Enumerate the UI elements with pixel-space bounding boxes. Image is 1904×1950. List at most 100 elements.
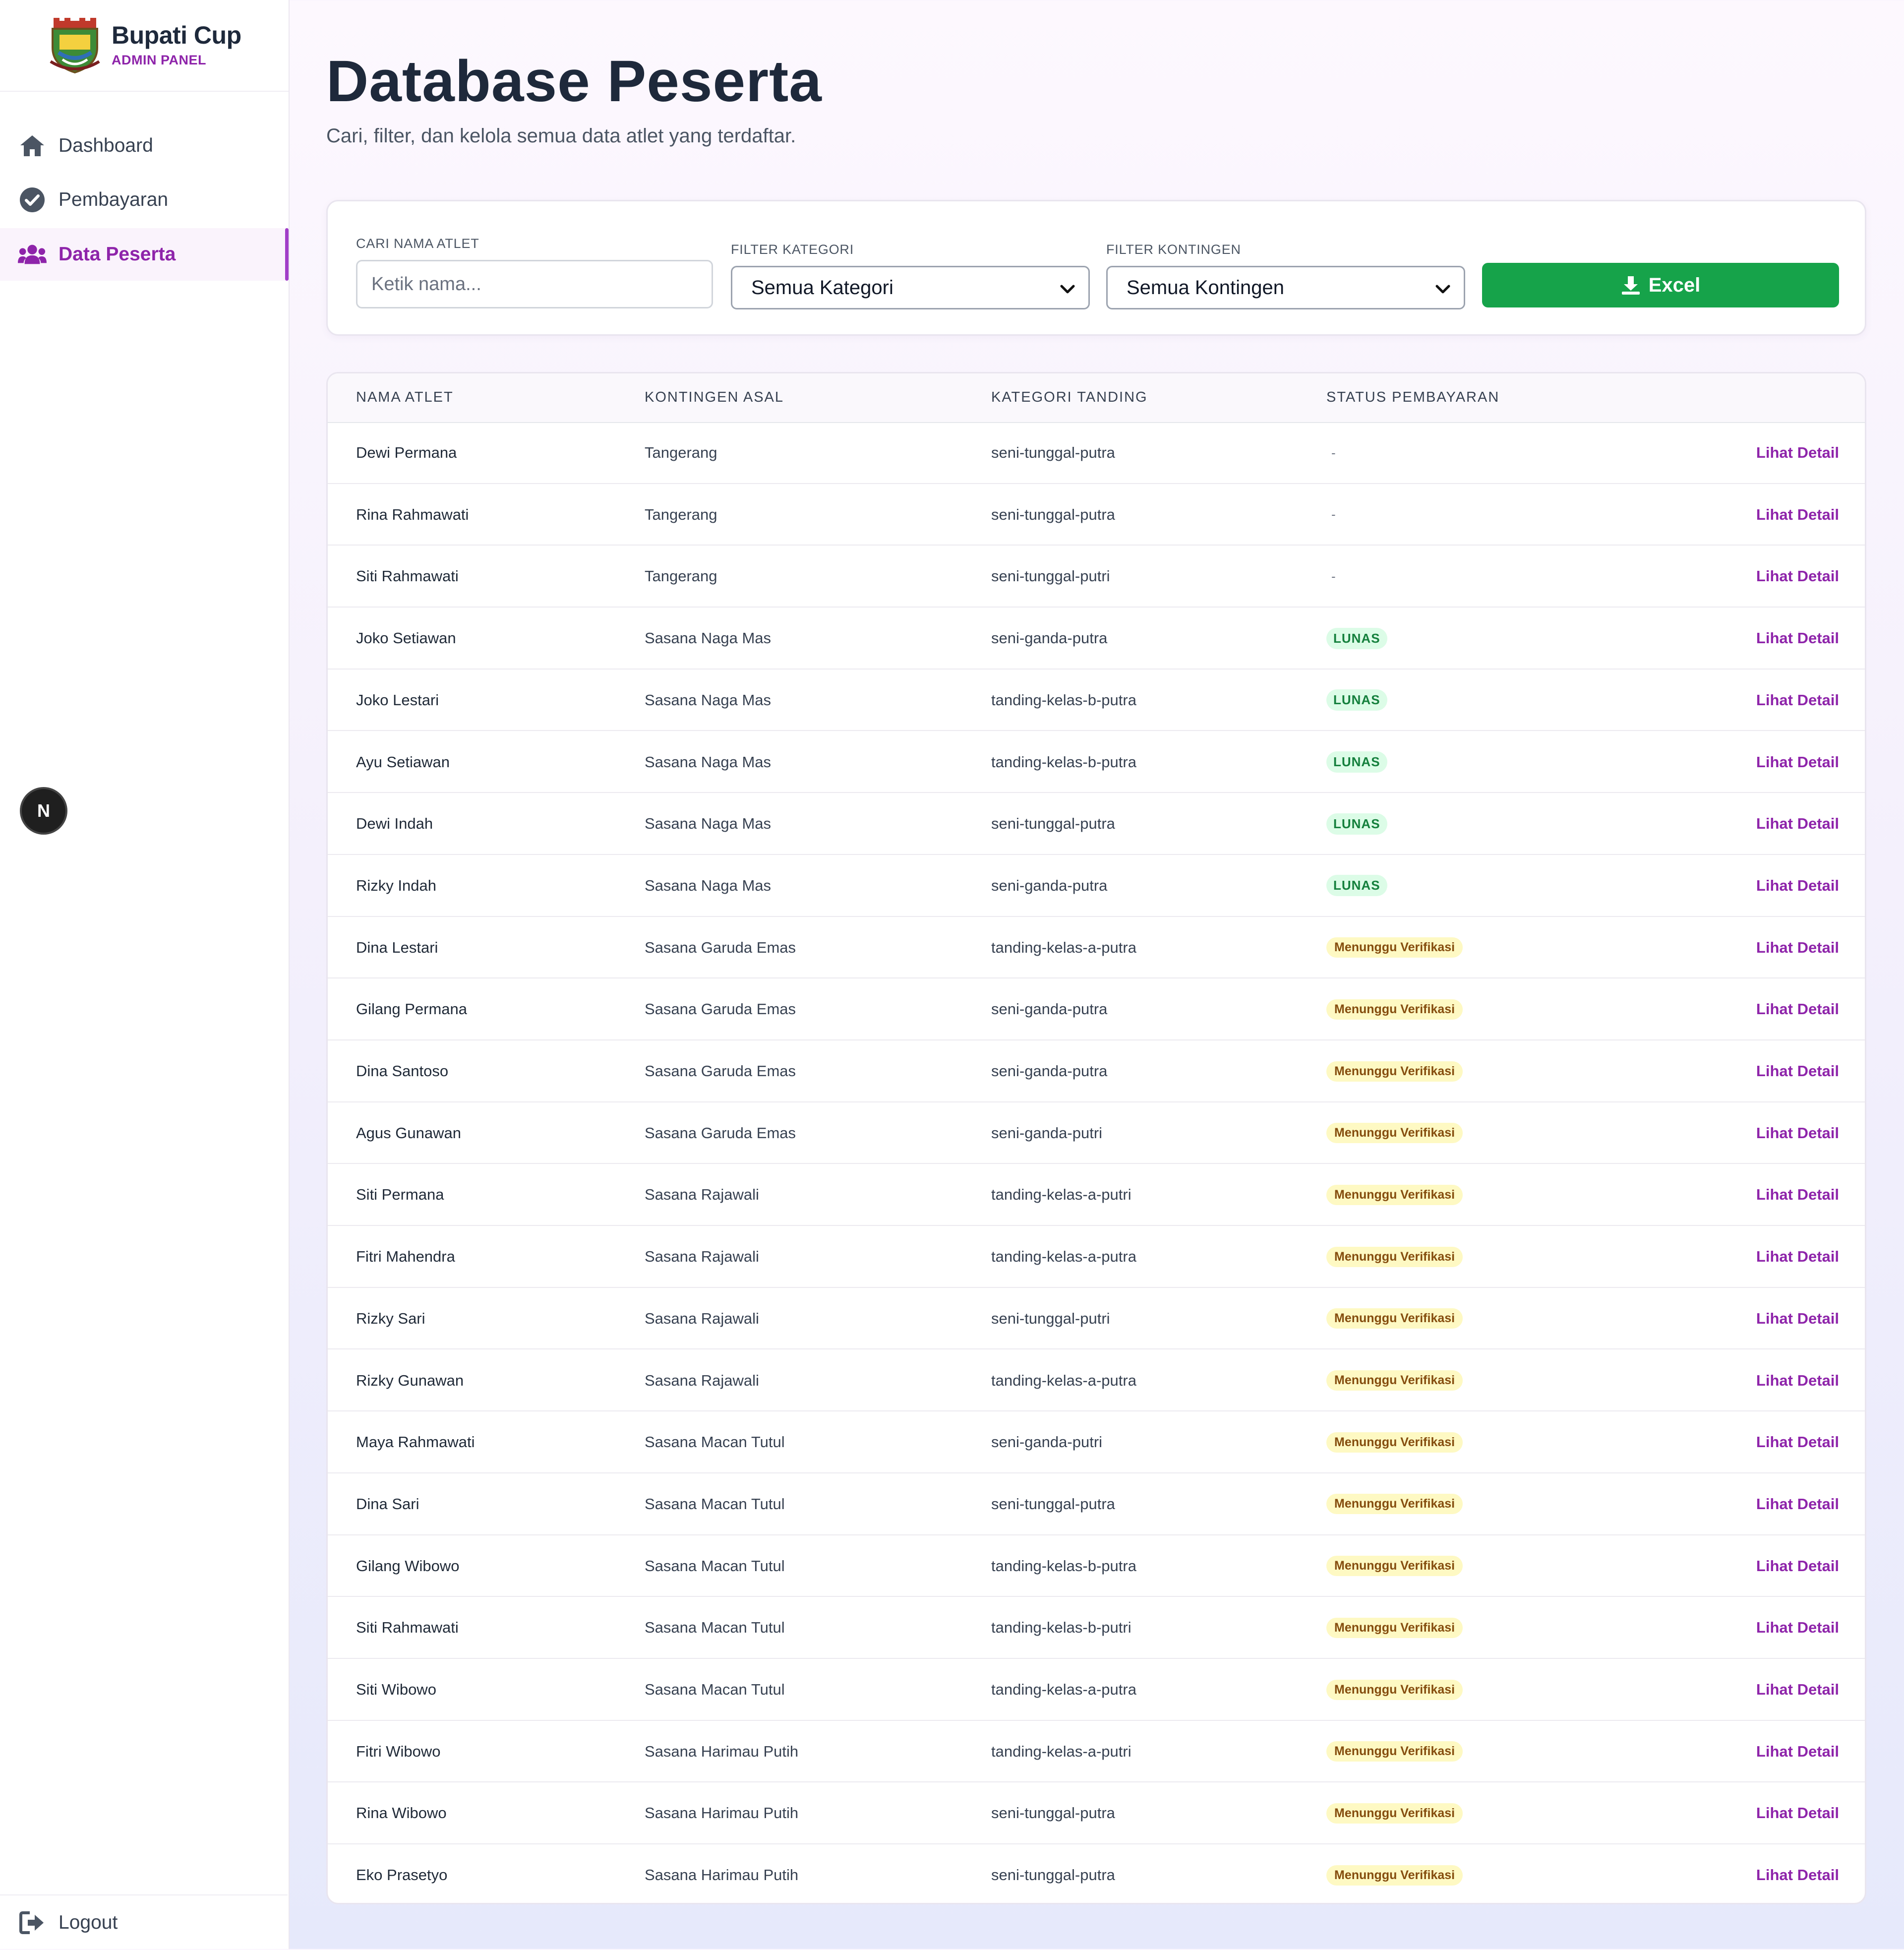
contingent-name: Sasana Macan Tutul (645, 1619, 785, 1637)
category-name: seni-ganda-putra (991, 876, 1108, 894)
action-cell: Lihat Detail (1756, 670, 1839, 731)
contingent-name: Tangerang (645, 505, 717, 523)
view-detail-link[interactable]: Lihat Detail (1756, 1248, 1839, 1266)
status-badge: LUNAS (1326, 627, 1387, 649)
view-detail-link[interactable]: Lihat Detail (1756, 877, 1839, 895)
search-input[interactable] (356, 260, 713, 308)
view-detail-link[interactable]: Lihat Detail (1756, 1495, 1839, 1513)
payment-status-cell: Menunggu Verifikasi (1326, 1102, 1463, 1164)
table-row: Siti Rahmawati Tangerang seni-tunggal-putr… (328, 546, 1865, 608)
category-select[interactable]: Semua Kategori (731, 266, 1090, 309)
table-row: Agus Gunawan Sasana Garuda Emas seni-ganda… (328, 1102, 1865, 1164)
category-filter-label: FILTER KATEGORI (731, 242, 854, 257)
category-name: seni-ganda-putra (991, 1000, 1108, 1018)
category-name: tanding-kelas-a-putra (991, 1371, 1136, 1389)
table-row: Rina Rahmawati Tangerang seni-tunggal-putr… (328, 484, 1865, 546)
view-detail-link[interactable]: Lihat Detail (1756, 1743, 1839, 1761)
view-detail-link[interactable]: Lihat Detail (1756, 1186, 1839, 1204)
action-cell: Lihat Detail (1756, 917, 1839, 978)
athlete-name: Eko Prasetyo (356, 1866, 448, 1884)
action-cell: Lihat Detail (1756, 546, 1839, 607)
participants-table: NAMA ATLET KONTINGEN ASAL KATEGORI TANDI… (326, 372, 1866, 1904)
athlete-name: Joko Setiawan (356, 629, 456, 647)
view-detail-link[interactable]: Lihat Detail (1756, 1062, 1839, 1080)
view-detail-link[interactable]: Lihat Detail (1756, 444, 1839, 462)
view-detail-link[interactable]: Lihat Detail (1756, 1124, 1839, 1142)
action-cell: Lihat Detail (1756, 793, 1839, 854)
payment-status-cell: LUNAS (1326, 855, 1387, 916)
view-detail-link[interactable]: Lihat Detail (1756, 815, 1839, 833)
payment-status-cell: LUNAS (1326, 670, 1387, 731)
column-header-kontingen: KONTINGEN ASAL (645, 389, 784, 405)
table-row: Fitri Mahendra Sasana Rajawali tanding-kel… (328, 1226, 1865, 1288)
sidebar-item-data-peserta[interactable]: Data Peserta (0, 228, 289, 281)
contingent-name: Sasana Naga Mas (645, 691, 772, 709)
sidebar-item-dashboard[interactable]: Dashboard (0, 120, 288, 172)
export-excel-label: Excel (1648, 274, 1701, 296)
athlete-name: Siti Rahmawati (356, 567, 459, 585)
status-badge: Menunggu Verifikasi (1326, 1432, 1463, 1453)
contingent-name: Sasana Naga Mas (645, 876, 772, 894)
status-badge: Menunggu Verifikasi (1326, 1679, 1463, 1700)
payment-status-cell: Menunggu Verifikasi (1326, 1721, 1463, 1782)
payment-status-cell: LUNAS (1326, 731, 1387, 793)
sidebar-item-label: Pembayaran (59, 189, 169, 210)
view-detail-link[interactable]: Lihat Detail (1756, 1557, 1839, 1575)
view-detail-link[interactable]: Lihat Detail (1756, 1372, 1839, 1390)
view-detail-link[interactable]: Lihat Detail (1756, 1433, 1839, 1451)
contingent-name: Sasana Garuda Emas (645, 1124, 796, 1142)
brand-header: Bupati Cup ADMIN PANEL (0, 0, 289, 92)
sidebar-item-label: Dashboard (59, 135, 153, 156)
view-detail-link[interactable]: Lihat Detail (1756, 1804, 1839, 1822)
contingent-name: Sasana Naga Mas (645, 629, 772, 647)
payment-status-cell: Menunggu Verifikasi (1326, 1597, 1463, 1658)
payment-status-cell: Menunggu Verifikasi (1326, 1782, 1463, 1844)
sidebar-item-pembayaran[interactable]: Pembayaran (0, 174, 288, 226)
view-detail-link[interactable]: Lihat Detail (1756, 629, 1839, 647)
athlete-name: Ayu Setiawan (356, 753, 450, 771)
action-cell: Lihat Detail (1756, 1535, 1839, 1597)
view-detail-link[interactable]: Lihat Detail (1756, 506, 1839, 524)
category-name: tanding-kelas-b-putra (991, 691, 1136, 709)
contingent-name: Tangerang (645, 444, 717, 461)
action-cell: Lihat Detail (1756, 1288, 1839, 1349)
home-icon (18, 131, 47, 160)
view-detail-link[interactable]: Lihat Detail (1756, 1619, 1839, 1637)
status-badge: Menunggu Verifikasi (1326, 1556, 1463, 1577)
category-name: tanding-kelas-b-putra (991, 753, 1136, 771)
view-detail-link[interactable]: Lihat Detail (1756, 1866, 1839, 1884)
action-cell: Lihat Detail (1756, 1102, 1839, 1164)
contingent-select[interactable]: Semua Kontingen (1106, 266, 1465, 309)
contingent-name: Sasana Harimau Putih (645, 1866, 799, 1884)
athlete-name: Dewi Indah (356, 815, 433, 833)
category-name: tanding-kelas-a-putri (991, 1742, 1131, 1760)
status-badge: Menunggu Verifikasi (1326, 937, 1463, 958)
action-cell: Lihat Detail (1756, 422, 1839, 484)
status-badge: Menunggu Verifikasi (1326, 999, 1463, 1020)
view-detail-link[interactable]: Lihat Detail (1756, 1000, 1839, 1018)
payment-status-cell: - (1326, 484, 1336, 546)
payment-status-cell: Menunggu Verifikasi (1326, 917, 1463, 978)
contingent-name: Sasana Harimau Putih (645, 1804, 799, 1822)
contingent-name: Sasana Garuda Emas (645, 1000, 796, 1018)
export-excel-button[interactable]: Excel (1482, 263, 1839, 307)
sidebar: Bupati Cup ADMIN PANEL Dashboard Pembaya… (0, 0, 290, 1949)
chevron-down-icon (1060, 285, 1075, 294)
view-detail-link[interactable]: Lihat Detail (1756, 753, 1839, 771)
athlete-name: Joko Lestari (356, 691, 439, 709)
status-badge: Menunggu Verifikasi (1326, 1741, 1463, 1762)
logout-button[interactable]: Logout (0, 1896, 288, 1949)
view-detail-link[interactable]: Lihat Detail (1756, 567, 1839, 585)
view-detail-link[interactable]: Lihat Detail (1756, 1310, 1839, 1328)
athlete-name: Gilang Wibowo (356, 1557, 460, 1575)
dev-tools-badge[interactable]: N (22, 789, 65, 833)
category-name: seni-ganda-putri (991, 1433, 1103, 1451)
page-title: Database Peserta (326, 49, 822, 114)
view-detail-link[interactable]: Lihat Detail (1756, 691, 1839, 709)
table-row: Siti Rahmawati Sasana Macan Tutul tanding-… (328, 1597, 1865, 1659)
view-detail-link[interactable]: Lihat Detail (1756, 1681, 1839, 1699)
category-name: seni-tunggal-putra (991, 1495, 1115, 1513)
category-select-value: Semua Kategori (751, 276, 893, 299)
view-detail-link[interactable]: Lihat Detail (1756, 939, 1839, 957)
action-cell: Lihat Detail (1756, 1782, 1839, 1844)
